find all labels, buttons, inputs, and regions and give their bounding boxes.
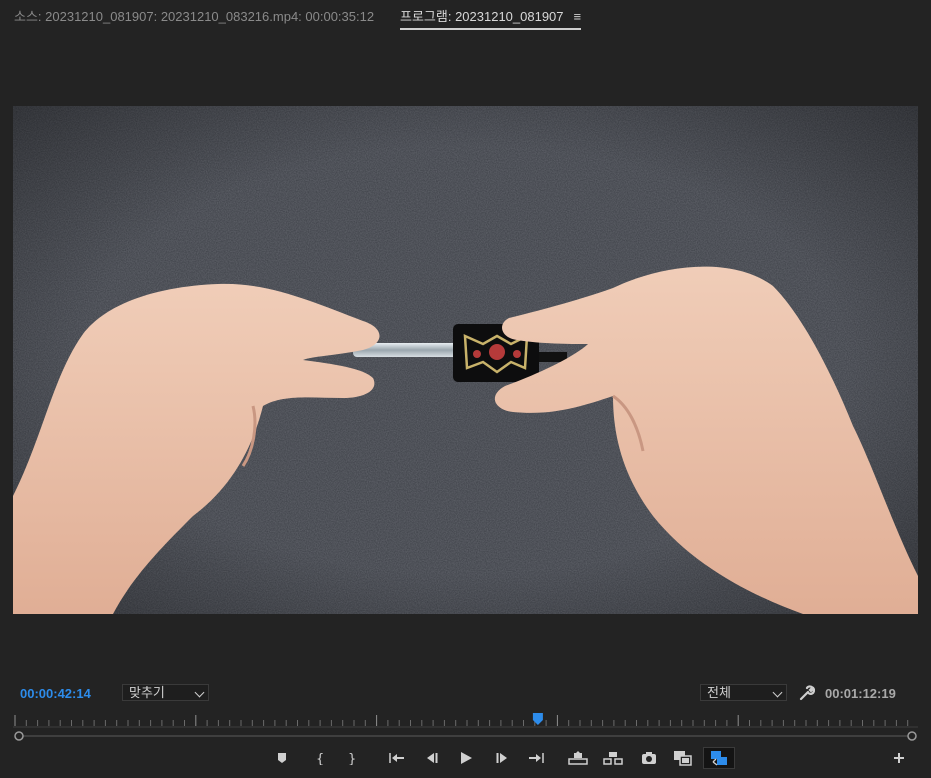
go-to-out-icon <box>529 753 544 763</box>
zoom-level-dropdown[interactable]: 맞추기 <box>122 684 209 701</box>
svg-text:{: { <box>316 752 324 765</box>
playback-resolution-value: 전체 <box>707 685 731 700</box>
tab-source[interactable]: 소스: 20231210_081907: 20231210_083216.mp4… <box>14 6 374 25</box>
extract-button[interactable] <box>599 747 627 769</box>
compare-view-button[interactable] <box>669 747 697 769</box>
lift-button[interactable] <box>564 747 592 769</box>
wrench-settings-icon[interactable] <box>799 685 816 701</box>
step-back-icon <box>427 753 438 763</box>
transport-controls: { } <box>0 744 931 772</box>
svg-text:}: } <box>348 752 356 765</box>
extract-icon <box>603 752 623 765</box>
mark-in-button[interactable]: { <box>305 747 333 769</box>
panel-menu-icon[interactable]: ≡ <box>574 9 582 24</box>
tab-program[interactable]: 프로그램: 20231210_081907 ≡ <box>400 6 582 30</box>
playback-resolution-dropdown[interactable]: 전체 <box>700 684 787 701</box>
export-frame-button[interactable] <box>635 747 663 769</box>
duration-timecode: 00:01:12:19 <box>825 686 896 701</box>
tab-program-label: 프로그램: 20231210_081907 <box>400 9 564 24</box>
proxy-toggle-icon <box>711 751 727 766</box>
add-marker-icon <box>278 753 286 763</box>
panel-tabs: 소스: 20231210_081907: 20231210_083216.mp4… <box>0 0 931 30</box>
add-marker-button[interactable] <box>268 747 296 769</box>
mark-in-icon: { <box>316 752 324 765</box>
play-icon <box>461 752 472 764</box>
lift-icon <box>568 751 588 765</box>
scrollbar-left-handle[interactable] <box>14 731 24 741</box>
zoom-level-value: 맞추기 <box>129 685 165 700</box>
program-monitor-video[interactable] <box>13 106 918 614</box>
step-forward-icon <box>496 753 507 763</box>
step-back-button[interactable] <box>418 747 446 769</box>
chevron-down-icon <box>194 687 205 698</box>
time-ruler[interactable] <box>13 712 918 728</box>
scrollbar-right-handle[interactable] <box>907 731 917 741</box>
current-timecode[interactable]: 00:00:42:14 <box>20 686 91 701</box>
go-to-out-button[interactable] <box>522 747 550 769</box>
add-button-icon <box>894 753 904 763</box>
compare-view-icon <box>674 751 692 766</box>
status-row: 00:00:42:14 맞추기 전체 00:01:12:19 <box>0 683 931 705</box>
add-button[interactable] <box>885 747 913 769</box>
export-frame-icon <box>642 752 656 764</box>
go-to-in-icon <box>389 753 404 763</box>
chevron-down-icon <box>772 687 783 698</box>
proxy-toggle-button[interactable] <box>703 747 735 769</box>
go-to-in-button[interactable] <box>383 747 411 769</box>
step-forward-button[interactable] <box>488 747 516 769</box>
mark-out-button[interactable]: } <box>337 747 365 769</box>
zoom-scrollbar[interactable] <box>14 728 918 741</box>
mark-out-icon: } <box>348 752 356 765</box>
play-button[interactable] <box>452 747 480 769</box>
